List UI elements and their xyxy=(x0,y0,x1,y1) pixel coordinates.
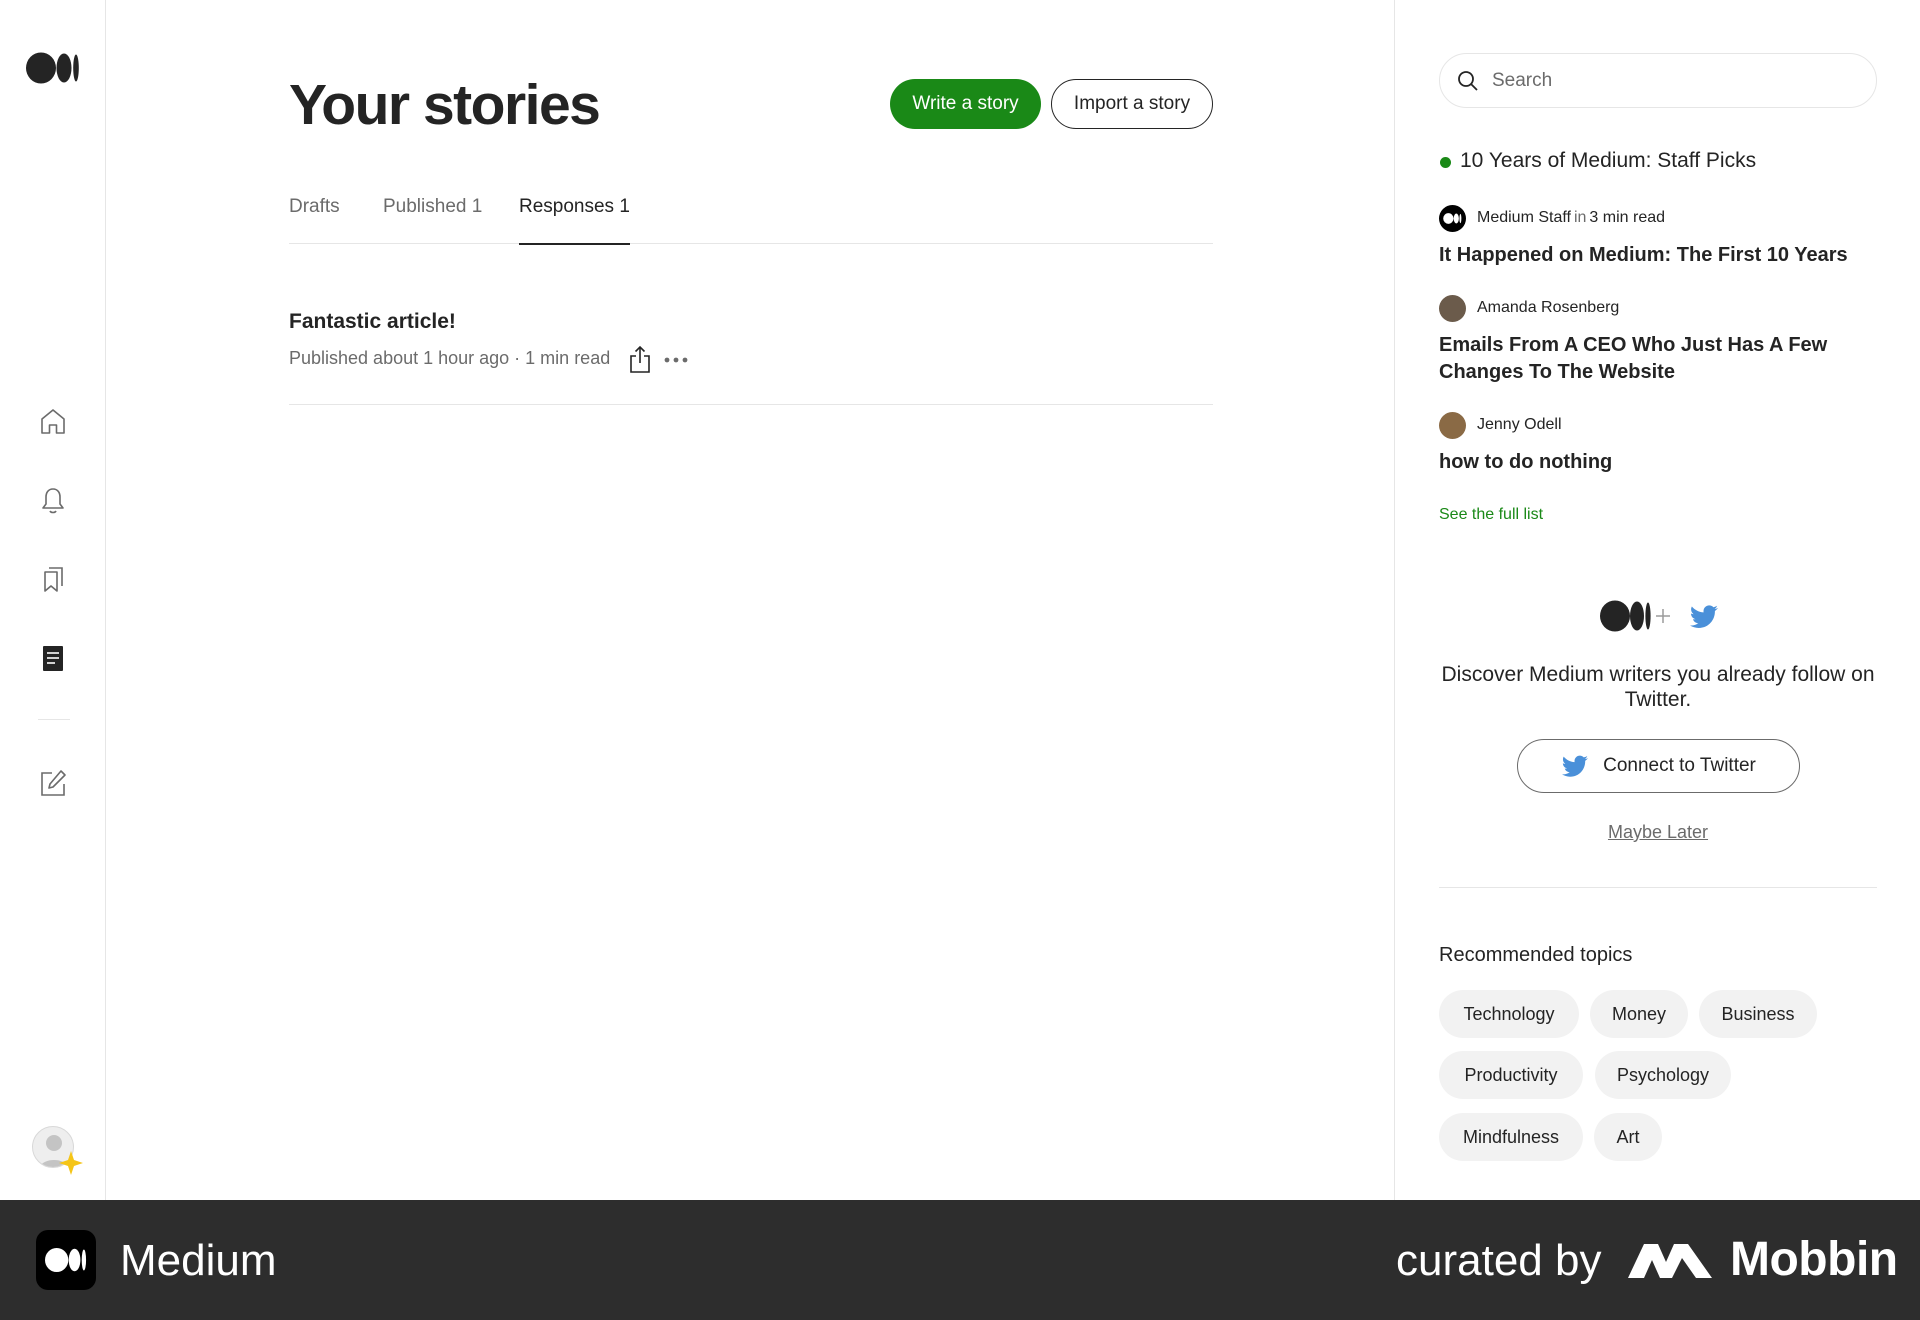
sidebar-divider xyxy=(1439,887,1877,888)
search-icon xyxy=(1458,71,1478,91)
bookmarks-icon[interactable] xyxy=(38,564,68,594)
pick-author-row[interactable]: Medium Staff in 3 min read xyxy=(1439,204,1665,232)
author-avatar xyxy=(1439,411,1466,439)
write-icon[interactable] xyxy=(38,768,68,798)
topic-chip[interactable]: Business xyxy=(1699,990,1817,1038)
pick-author-name: Medium Staff xyxy=(1477,209,1571,226)
pick-author-row[interactable]: Amanda Rosenberg xyxy=(1439,294,1619,322)
left-nav-rail xyxy=(0,0,106,1200)
footer-bar: Medium curated by Mobbin xyxy=(0,1200,1920,1320)
search-box xyxy=(1439,53,1877,108)
pick-read-time: 3 min read xyxy=(1589,209,1666,226)
staff-picks-dot xyxy=(1440,157,1451,168)
twitter-bird-icon xyxy=(1561,755,1589,777)
topic-chip[interactable]: Art xyxy=(1594,1113,1662,1161)
topic-chip[interactable]: Psychology xyxy=(1595,1051,1731,1099)
footer-app-name: Medium xyxy=(120,1236,277,1285)
staff-picks-title[interactable]: 10 Years of Medium: Staff Picks xyxy=(1460,149,1756,173)
pick-author-name: Jenny Odell xyxy=(1477,416,1562,433)
right-sidebar: 10 Years of Medium: Staff Picks Medium S… xyxy=(1394,0,1920,1200)
bell-icon[interactable] xyxy=(38,485,68,515)
pick-title[interactable]: It Happened on Medium: The First 10 Year… xyxy=(1439,242,1879,269)
story-meta: Published about 1 hour ago · 1 min read xyxy=(289,348,611,368)
topic-chip[interactable]: Mindfulness xyxy=(1439,1113,1583,1161)
pick-author-name: Amanda Rosenberg xyxy=(1477,299,1620,316)
medium-staff-avatar xyxy=(1439,204,1466,232)
more-options-icon[interactable] xyxy=(663,350,689,370)
pick-title[interactable]: how to do nothing xyxy=(1439,449,1879,476)
author-avatar xyxy=(1439,294,1466,322)
mobbin-logo-icon xyxy=(1628,1244,1712,1278)
pick-author-row[interactable]: Jenny Odell xyxy=(1439,411,1562,439)
footer-curated-by: curated by xyxy=(1396,1236,1602,1285)
tab-drafts[interactable]: Drafts xyxy=(289,196,340,232)
home-icon[interactable] xyxy=(38,406,68,436)
see-full-list-link[interactable]: See the full list xyxy=(1439,506,1543,524)
member-star-icon xyxy=(59,1151,83,1175)
search-input[interactable] xyxy=(1492,54,1862,107)
medium-app-icon xyxy=(36,1230,96,1290)
medium-plus-twitter-icon xyxy=(1600,600,1718,632)
stories-icon[interactable] xyxy=(38,643,68,673)
story-list-item: Fantastic article! Published about 1 hou… xyxy=(289,302,1213,405)
tab-responses[interactable]: Responses 1 xyxy=(519,196,630,245)
nav-divider xyxy=(38,719,70,720)
pick-in-text: in xyxy=(1573,209,1587,226)
tab-published[interactable]: Published 1 xyxy=(383,196,482,232)
topic-chip[interactable]: Productivity xyxy=(1439,1051,1583,1099)
write-story-button[interactable]: Write a story xyxy=(890,79,1041,129)
maybe-later-link[interactable]: Maybe Later xyxy=(1439,822,1877,843)
share-icon[interactable] xyxy=(627,344,653,374)
page-title: Your stories xyxy=(289,73,601,137)
stories-tabs: Drafts Published 1 Responses 1 xyxy=(289,196,1213,245)
twitter-prompt-text: Discover Medium writers you already foll… xyxy=(1441,663,1875,711)
connect-twitter-label: Connect to Twitter xyxy=(1603,755,1756,776)
footer-brand: Mobbin xyxy=(1730,1233,1898,1286)
story-title[interactable]: Fantastic article! xyxy=(289,310,456,334)
topic-chip[interactable]: Technology xyxy=(1439,990,1579,1038)
pick-title[interactable]: Emails From A CEO Who Just Has A Few Cha… xyxy=(1439,332,1879,386)
recommended-topics-title: Recommended topics xyxy=(1439,944,1633,966)
import-story-button[interactable]: Import a story xyxy=(1051,79,1213,129)
topic-chip[interactable]: Money xyxy=(1590,990,1688,1038)
connect-twitter-button[interactable]: Connect to Twitter xyxy=(1517,739,1800,793)
medium-logo-icon[interactable] xyxy=(26,52,80,84)
